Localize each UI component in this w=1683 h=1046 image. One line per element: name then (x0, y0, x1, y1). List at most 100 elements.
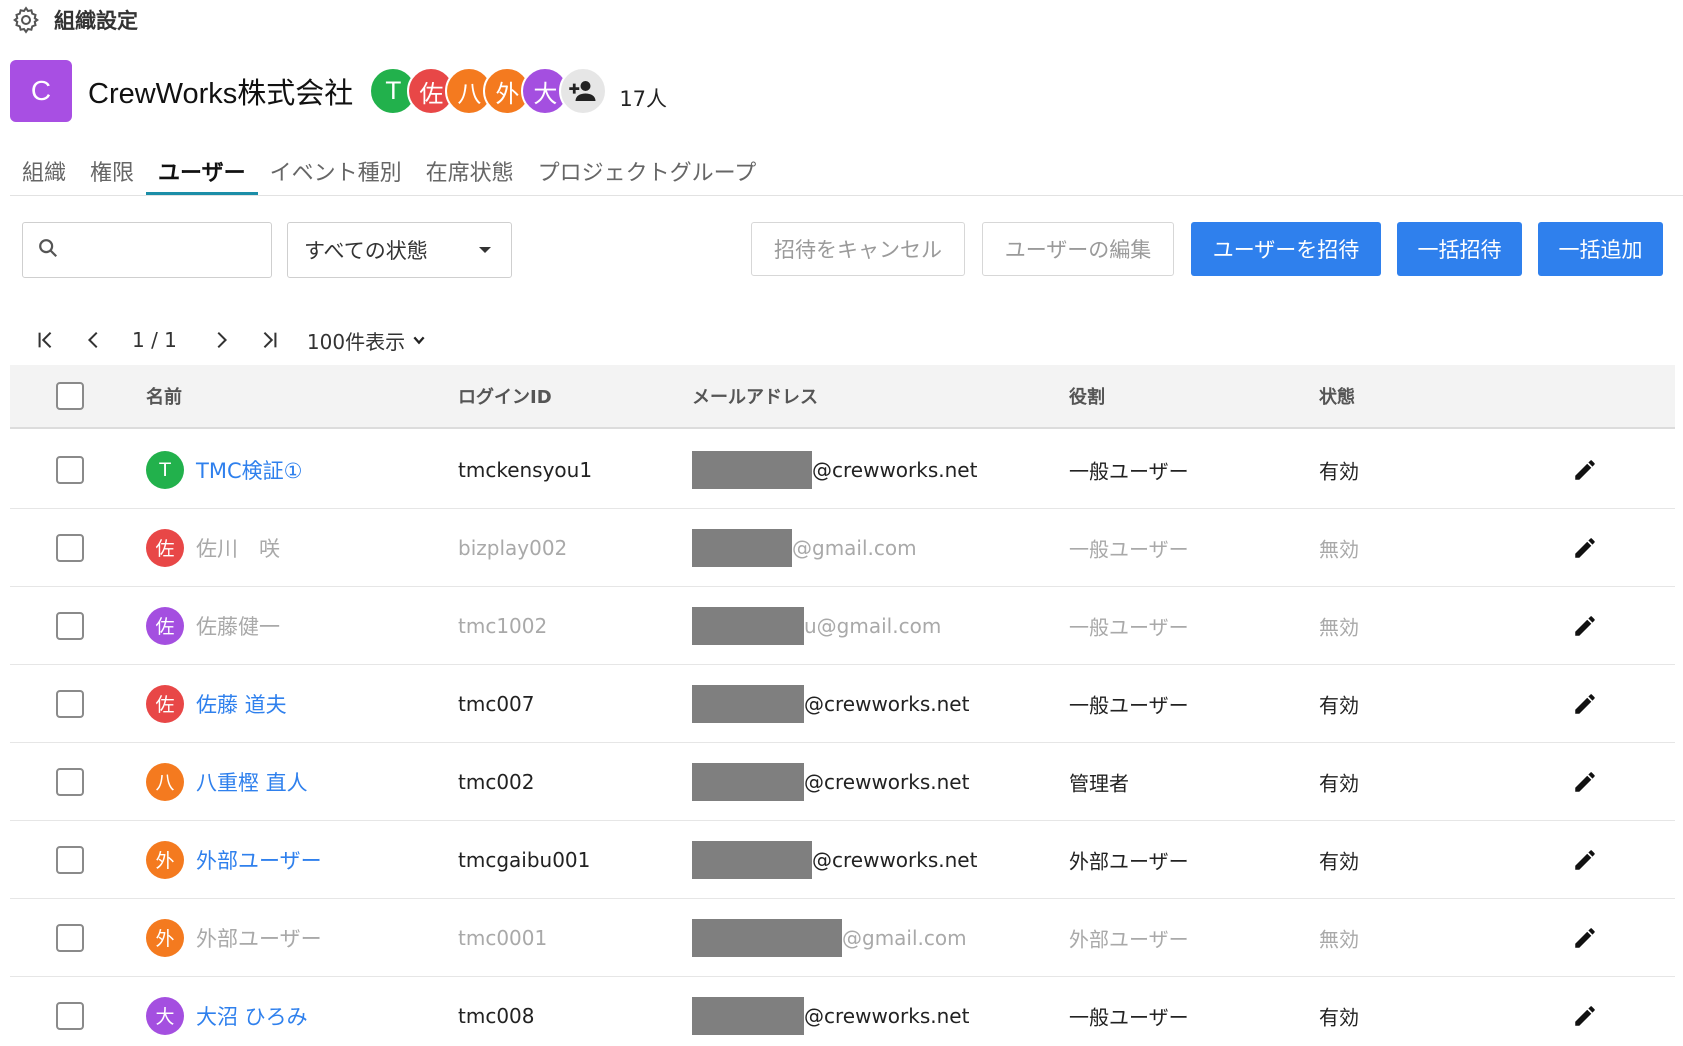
pencil-icon[interactable] (1567, 686, 1603, 722)
avatar: 佐 (146, 528, 184, 567)
email-cell: @crewworks.net (692, 450, 978, 489)
pencil-icon[interactable] (1567, 920, 1603, 956)
table-row[interactable]: 外外部ユーザー tmc0001 @gmail.com 外部ユーザー 無効 (10, 899, 1675, 977)
row-checkbox[interactable] (56, 455, 84, 484)
member-count: 17人 (619, 87, 668, 111)
pencil-icon[interactable] (1567, 998, 1603, 1034)
user-name-link[interactable]: 佐藤 道夫 (196, 689, 287, 719)
invite-user-button[interactable]: ユーザーを招待 (1191, 222, 1381, 276)
user-name-link[interactable]: TMC検証① (196, 455, 302, 485)
user-name-cell[interactable]: 外外部ユーザー (146, 918, 322, 957)
user-role: 一般ユーザー (1069, 615, 1189, 639)
pencil-icon[interactable] (1567, 608, 1603, 644)
cancel-invite-button[interactable]: 招待をキャンセル (751, 222, 965, 276)
user-name-cell[interactable]: 八八重樫 直人 (146, 762, 308, 801)
status-filter-select[interactable]: すべての状態 (287, 222, 512, 278)
next-page-icon[interactable] (197, 329, 245, 351)
user-status: 無効 (1319, 927, 1359, 951)
pencil-icon[interactable] (1567, 764, 1603, 800)
table-row[interactable]: 佐佐川 咲 bizplay002 @gmail.com 一般ユーザー 無効 (10, 509, 1675, 587)
user-name-cell[interactable]: 大大沼 ひろみ (146, 996, 308, 1035)
table-row[interactable]: 大大沼 ひろみ tmc008 @crewworks.net 一般ユーザー 有効 (10, 977, 1675, 1046)
email-domain: @gmail.com (792, 535, 917, 560)
table-row[interactable]: 外外部ユーザー tmcgaibu001 @crewworks.net 外部ユーザー 有効 (10, 821, 1675, 899)
column-header-role[interactable]: 役割 (1069, 383, 1105, 409)
column-header-email[interactable]: メールアドレス (692, 383, 818, 409)
pencil-icon[interactable] (1567, 452, 1603, 488)
search-input[interactable] (67, 238, 316, 262)
user-name-cell[interactable]: T TMC検証① (146, 450, 302, 489)
user-status: 有効 (1319, 1005, 1359, 1029)
row-checkbox[interactable] (56, 1001, 84, 1030)
email-cell: @crewworks.net (692, 762, 970, 801)
column-header-name[interactable]: 名前 (146, 383, 182, 409)
redacted-block (692, 840, 812, 879)
user-name-link[interactable]: 大沼 ひろみ (196, 1001, 308, 1031)
redacted-block (692, 684, 804, 723)
tab-project-groups[interactable]: プロジェクトグループ (526, 148, 769, 194)
user-role: 一般ユーザー (1069, 537, 1189, 561)
redacted-block (692, 450, 812, 489)
bulk-invite-button[interactable]: 一括招待 (1397, 222, 1522, 276)
row-checkbox[interactable] (56, 611, 84, 640)
last-page-icon[interactable] (245, 329, 293, 351)
user-role: 一般ユーザー (1069, 1005, 1189, 1029)
search-box[interactable] (22, 222, 316, 278)
chevron-down-icon (413, 336, 425, 345)
email-domain: @crewworks.net (812, 457, 978, 482)
email-domain: @crewworks.net (812, 847, 978, 872)
tab-permissions[interactable]: 権限 (78, 148, 146, 194)
page-header: 組織設定 (10, 4, 138, 36)
page-size-select[interactable]: 100件表示 (307, 326, 427, 355)
org-logo: C (10, 60, 72, 122)
table-row[interactable]: 佐佐藤健一 tmc1002 u@gmail.com 一般ユーザー 無効 (10, 587, 1675, 665)
tab-event-types[interactable]: イベント種別 (258, 148, 414, 194)
page-size-label: 100件表示 (306, 329, 406, 354)
bulk-add-button[interactable]: 一括追加 (1538, 222, 1663, 276)
tab-presence-status[interactable]: 在席状態 (414, 148, 526, 194)
email-cell: @gmail.com (692, 528, 917, 567)
user-status: 有効 (1319, 849, 1359, 873)
user-name-link[interactable]: 外部ユーザー (196, 923, 322, 953)
user-name-link[interactable]: 佐藤健一 (196, 611, 280, 641)
pencil-icon[interactable] (1567, 842, 1603, 878)
edit-users-button[interactable]: ユーザーの編集 (982, 222, 1174, 276)
row-checkbox[interactable] (56, 767, 84, 796)
row-checkbox[interactable] (56, 845, 84, 874)
column-header-status[interactable]: 状態 (1319, 383, 1355, 409)
user-name-link[interactable]: 八重樫 直人 (196, 767, 308, 797)
status-filter-value: すべての状態 (304, 239, 428, 263)
tab-organization[interactable]: 組織 (10, 148, 78, 194)
add-member-icon[interactable] (559, 67, 608, 115)
login-id: tmcgaibu001 (458, 847, 591, 872)
member-avatars[interactable]: T 佐 八 外 大 (369, 67, 608, 115)
user-name-cell[interactable]: 佐佐川 咲 (146, 528, 280, 567)
column-header-login[interactable]: ログインID (458, 383, 552, 409)
user-name-cell[interactable]: 外外部ユーザー (146, 840, 322, 879)
select-all-checkbox[interactable] (56, 382, 84, 410)
user-name-link[interactable]: 外部ユーザー (196, 845, 322, 875)
pencil-icon[interactable] (1567, 530, 1603, 566)
caret-down-icon (479, 247, 491, 253)
email-domain: @crewworks.net (804, 1003, 970, 1028)
user-status: 有効 (1319, 693, 1359, 717)
user-name-cell[interactable]: 佐佐藤 道夫 (146, 684, 287, 723)
email-domain: @crewworks.net (804, 769, 970, 794)
tab-users[interactable]: ユーザー (146, 148, 258, 195)
avatar: 大 (146, 996, 184, 1035)
table-header: 名前 ログインID メールアドレス 役割 状態 (10, 365, 1675, 429)
email-cell: @gmail.com (692, 918, 967, 957)
table-row[interactable]: 佐佐藤 道夫 tmc007 @crewworks.net 一般ユーザー 有効 (10, 665, 1675, 743)
row-checkbox[interactable] (56, 533, 84, 562)
table-row[interactable]: 八八重樫 直人 tmc002 @crewworks.net 管理者 有効 (10, 743, 1675, 821)
user-name-cell[interactable]: 佐佐藤健一 (146, 606, 280, 645)
prev-page-icon[interactable] (70, 329, 118, 351)
user-name-link[interactable]: 佐川 咲 (196, 533, 280, 563)
avatar: 外 (146, 918, 184, 957)
redacted-block (692, 762, 804, 801)
login-id: tmckensyou1 (458, 457, 593, 482)
first-page-icon[interactable] (22, 329, 70, 351)
table-row[interactable]: T TMC検証① tmckensyou1 @crewworks.net 一般ユーザー 有効 (10, 431, 1675, 509)
row-checkbox[interactable] (56, 689, 84, 718)
row-checkbox[interactable] (56, 923, 84, 952)
